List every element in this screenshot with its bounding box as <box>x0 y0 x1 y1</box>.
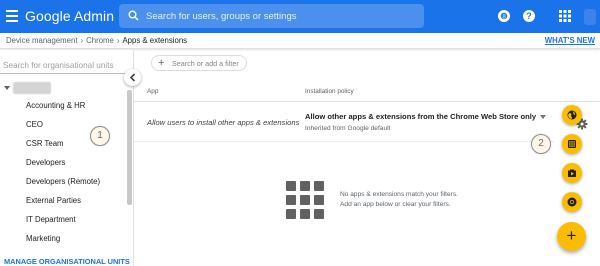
add-from-store-fab[interactable] <box>562 134 582 154</box>
row-app-name[interactable]: Allow users to install other apps & exte… <box>147 118 299 127</box>
policy-value: Allow other apps & extensions from the C… <box>305 112 537 121</box>
menu-icon[interactable] <box>6 10 18 22</box>
org-unit-search-input[interactable] <box>0 58 128 74</box>
plus-icon: + <box>566 226 577 245</box>
org-unit-accounting-hr[interactable]: Accounting & HR <box>26 101 85 110</box>
callout-1: 1 <box>90 126 110 146</box>
svg-text:?: ? <box>526 11 532 21</box>
global-search[interactable] <box>119 4 424 28</box>
dropdown-arrow-icon <box>540 115 547 119</box>
add-play-store-fab[interactable] <box>562 163 582 183</box>
callout-2: 2 <box>531 134 551 154</box>
apps-grid-illustration-icon <box>286 181 326 221</box>
org-unit-marketing[interactable]: Marketing <box>26 234 60 243</box>
empty-state-message: No apps & extensions match your filters. <box>340 191 459 198</box>
org-panel-scrollbar[interactable] <box>127 90 132 205</box>
org-unit-it-department[interactable]: IT Department <box>26 215 76 224</box>
filter-placeholder: Search or add a filter <box>172 59 239 68</box>
row-divider <box>134 141 554 142</box>
column-header-app: App <box>147 88 159 95</box>
breadcrumb-device-management[interactable]: Device management <box>6 36 78 45</box>
expand-caret-icon[interactable] <box>4 86 10 90</box>
manage-org-units-link[interactable]: MANAGE ORGANISATIONAL UNITS <box>4 257 130 266</box>
add-app-fab[interactable]: + <box>557 222 586 251</box>
empty-state-hint: Add an app below or clear your filters. <box>340 201 451 208</box>
org-unit-panel <box>0 50 134 266</box>
installation-policy-select[interactable]: Allow other apps & extensions from the C… <box>305 112 547 121</box>
breadcrumb-current: Apps & extensions <box>122 36 188 45</box>
org-unit-external-parties[interactable]: External Parties <box>26 196 81 205</box>
eight-ball-icon[interactable]: 8 <box>496 8 512 24</box>
chrome-icon <box>567 197 577 207</box>
org-unit-ceo[interactable]: CEO <box>26 120 43 129</box>
column-header-policy: Installation policy <box>305 88 354 95</box>
add-filter-icon: + <box>158 57 165 69</box>
breadcrumb: Device management › Chrome › Apps & extensio… <box>6 36 188 45</box>
collapse-panel-button[interactable] <box>124 69 141 86</box>
app-bar: Google Admin 8 ? <box>0 0 600 33</box>
org-unit-csr-team[interactable]: CSR Team <box>26 139 64 148</box>
grid-icon <box>568 140 576 148</box>
breadcrumb-chrome[interactable]: Chrome <box>86 36 114 45</box>
add-chrome-app-fab[interactable] <box>562 192 582 212</box>
inherited-note: Inherited from Google default <box>305 125 391 132</box>
filter-chip[interactable]: + Search or add a filter <box>151 55 247 71</box>
breadcrumb-bar: Device management › Chrome › Apps & extensio… <box>0 33 600 49</box>
whats-new-link[interactable]: WHAT'S NEW <box>545 36 595 45</box>
globe-icon <box>567 110 577 120</box>
account-avatar[interactable] <box>584 9 596 25</box>
apps-grid-icon[interactable] <box>557 8 573 24</box>
org-unit-developers[interactable]: Developers <box>26 158 65 167</box>
org-unit-developers-remote[interactable]: Developers (Remote) <box>26 177 100 186</box>
search-icon <box>128 10 139 21</box>
brand-title[interactable]: Google Admin <box>25 8 114 24</box>
redacted-org-name <box>13 82 51 94</box>
global-search-input[interactable] <box>146 4 416 28</box>
play-store-icon <box>568 169 576 177</box>
chevron-left-icon <box>129 73 136 82</box>
add-by-url-fab[interactable] <box>562 105 582 125</box>
org-root-node[interactable] <box>4 82 64 95</box>
header-divider <box>134 101 600 102</box>
help-icon[interactable]: ? <box>521 8 537 24</box>
